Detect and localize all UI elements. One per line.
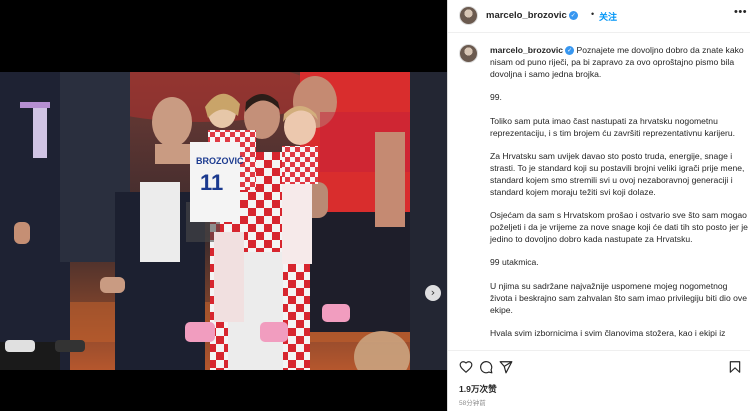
post-caption: marcelo_brozovic ✓ Poznajete me dovoljno … — [490, 45, 748, 348]
photo-illustration: BROZOVIĆ 11 — [0, 72, 447, 370]
carousel-next-button[interactable]: › — [425, 285, 441, 301]
post-header: marcelo_brozovic ✓ • 关注 ••• — [448, 0, 750, 33]
more-horizontal-icon[interactable]: ••• — [734, 6, 747, 18]
caption-paragraph: U njima su sadržane najvažnije uspomene … — [490, 280, 747, 315]
caption-paragraph: Osjećam da sam s Hrvatskom prošao i ostv… — [490, 210, 748, 244]
jersey-number: 11 — [200, 170, 223, 195]
caption-author-avatar[interactable] — [459, 44, 478, 63]
instagram-post-dialog: BROZOVIĆ 11 › marcelo_brozovic ✓ • 关注 •••… — [0, 0, 750, 411]
heart-icon[interactable] — [459, 360, 473, 374]
share-icon[interactable] — [499, 360, 513, 374]
caption-paragraph: Toliko sam puta imao čast nastupati za h… — [490, 115, 736, 138]
caption-paragraph: Hvala svim izbornicima i svim članovima … — [490, 328, 726, 339]
author-username[interactable]: marcelo_brozovic — [486, 10, 567, 21]
caption-paragraph: Za Hrvatsku sam uvijek davao sto posto t… — [490, 151, 745, 197]
caption-paragraph: 99 utakmica. — [490, 257, 539, 268]
author-username-row[interactable]: marcelo_brozovic ✓ — [486, 10, 578, 21]
post-actions-bar — [448, 350, 750, 380]
follow-button[interactable]: 关注 — [599, 10, 617, 23]
jersey-name: BROZOVIĆ — [196, 155, 244, 166]
author-avatar[interactable] — [459, 6, 478, 25]
post-photo[interactable]: BROZOVIĆ 11 › — [0, 72, 447, 370]
caption-paragraph: marcelo_brozovic ✓ Poznajete me dovoljno … — [490, 45, 744, 79]
verified-badge-icon: ✓ — [565, 46, 575, 55]
comments-scroll-area[interactable]: marcelo_brozovic ✓ Poznajete me dovoljno … — [448, 34, 750, 348]
bookmark-icon[interactable] — [728, 360, 742, 374]
verified-badge-icon: ✓ — [568, 11, 578, 20]
likes-count[interactable]: 1.9万次赞 — [459, 383, 497, 395]
header-separator: • — [591, 9, 595, 19]
post-timestamp[interactable]: 58分钟前 — [459, 397, 486, 407]
comment-icon[interactable] — [479, 360, 493, 374]
caption-username[interactable]: marcelo_brozovic — [490, 45, 563, 55]
post-side-panel: marcelo_brozovic ✓ • 关注 ••• marcelo_brozo… — [447, 0, 750, 411]
caption-paragraph: 99. — [490, 92, 502, 103]
